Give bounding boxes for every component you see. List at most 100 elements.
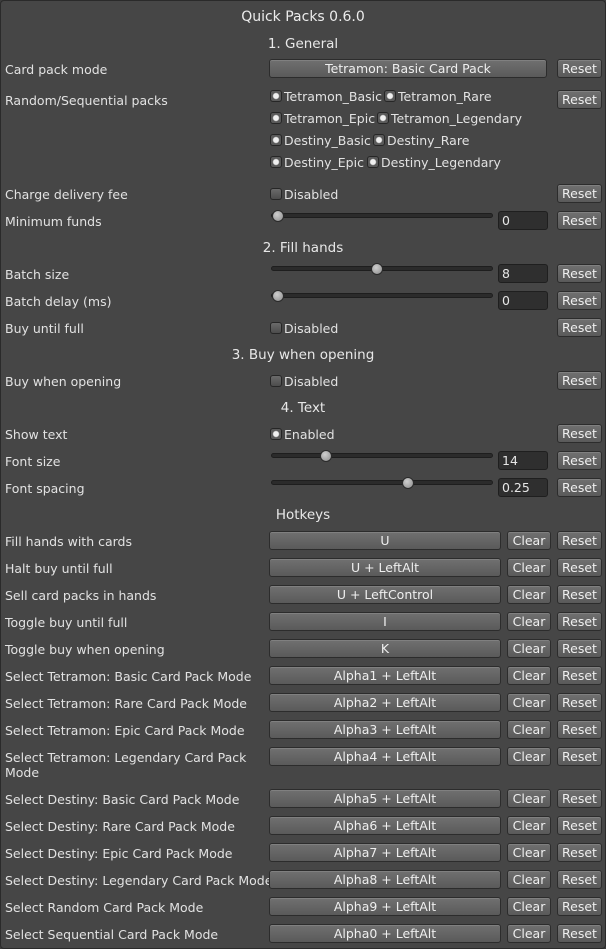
hotkey-reset-button[interactable]: Reset bbox=[557, 720, 602, 739]
hotkey-binding-button[interactable]: Alpha9 + LeftAlt bbox=[269, 897, 501, 916]
hotkey-binding-button[interactable]: Alpha8 + LeftAlt bbox=[269, 870, 501, 889]
minimum-funds-input[interactable]: 0 bbox=[498, 211, 548, 230]
hotkey-clear-button[interactable]: Clear bbox=[507, 816, 551, 835]
pack-toggle-tetramon-epic[interactable]: Tetramon_Epic bbox=[270, 111, 375, 126]
hotkey-clear-button[interactable]: Clear bbox=[507, 639, 551, 658]
section-text-header: 4. Text bbox=[280, 400, 326, 416]
hotkey-binding-button[interactable]: I bbox=[269, 612, 501, 631]
hotkey-binding-button[interactable]: Alpha5 + LeftAlt bbox=[269, 789, 501, 808]
pack-toggle-tetramon-rare[interactable]: Tetramon_Rare bbox=[384, 89, 492, 104]
hotkey-reset-button[interactable]: Reset bbox=[557, 870, 602, 889]
minimum-funds-reset-button[interactable]: Reset bbox=[557, 211, 602, 230]
pack-toggle-tetramon-basic[interactable]: Tetramon_Basic bbox=[270, 89, 382, 104]
hotkey-label: Sell card packs in hands bbox=[5, 588, 157, 603]
batch-delay-reset-button[interactable]: Reset bbox=[557, 291, 602, 310]
show-text-label: Show text bbox=[5, 427, 68, 442]
hotkey-reset-button[interactable]: Reset bbox=[557, 531, 602, 550]
hotkey-label: Select Destiny: Rare Card Pack Mode bbox=[5, 819, 235, 834]
hotkey-binding-button[interactable]: Alpha2 + LeftAlt bbox=[269, 693, 501, 712]
batch-size-reset-button[interactable]: Reset bbox=[557, 264, 602, 283]
buy-until-full-toggle[interactable]: Disabled bbox=[270, 321, 338, 336]
hotkey-clear-button[interactable]: Clear bbox=[507, 612, 551, 631]
batch-size-label: Batch size bbox=[5, 267, 70, 282]
slider-handle[interactable] bbox=[371, 263, 383, 275]
hotkey-clear-button[interactable]: Clear bbox=[507, 924, 551, 943]
card-pack-mode-reset-button[interactable]: Reset bbox=[557, 59, 602, 78]
hotkey-reset-button[interactable]: Reset bbox=[557, 612, 602, 631]
pack-toggle-destiny-basic[interactable]: Destiny_Basic bbox=[270, 133, 371, 148]
font-size-label: Font size bbox=[5, 454, 61, 469]
hotkey-binding-button[interactable]: U + LeftControl bbox=[269, 585, 501, 604]
batch-delay-input[interactable]: 0 bbox=[498, 291, 548, 310]
hotkey-clear-button[interactable]: Clear bbox=[507, 789, 551, 808]
show-text-reset-button[interactable]: Reset bbox=[557, 424, 602, 443]
hotkey-reset-button[interactable]: Reset bbox=[557, 816, 602, 835]
random-sequential-reset-button[interactable]: Reset bbox=[557, 90, 602, 109]
hotkey-binding-button[interactable]: Alpha0 + LeftAlt bbox=[269, 924, 501, 943]
charge-delivery-fee-reset-button[interactable]: Reset bbox=[557, 184, 602, 203]
hotkey-reset-button[interactable]: Reset bbox=[557, 558, 602, 577]
hotkey-clear-button[interactable]: Clear bbox=[507, 870, 551, 889]
hotkey-reset-button[interactable]: Reset bbox=[557, 585, 602, 604]
random-sequential-label: Random/Sequential packs bbox=[5, 93, 168, 108]
pack-toggle-destiny-legendary[interactable]: Destiny_Legendary bbox=[367, 155, 501, 170]
batch-size-input[interactable]: 8 bbox=[498, 264, 548, 283]
font-size-reset-button[interactable]: Reset bbox=[557, 451, 602, 470]
buy-when-opening-toggle[interactable]: Disabled bbox=[270, 374, 338, 389]
hotkey-reset-button[interactable]: Reset bbox=[557, 747, 602, 766]
hotkey-reset-button[interactable]: Reset bbox=[557, 924, 602, 943]
hotkey-binding-button[interactable]: U + LeftAlt bbox=[269, 558, 501, 577]
hotkey-clear-button[interactable]: Clear bbox=[507, 843, 551, 862]
hotkey-binding-button[interactable]: Alpha6 + LeftAlt bbox=[269, 816, 501, 835]
slider-handle[interactable] bbox=[272, 290, 284, 302]
font-spacing-reset-button[interactable]: Reset bbox=[557, 478, 602, 497]
hotkey-label: Select Sequential Card Pack Mode bbox=[5, 927, 219, 942]
hotkey-clear-button[interactable]: Clear bbox=[507, 558, 551, 577]
hotkey-clear-button[interactable]: Clear bbox=[507, 693, 551, 712]
checkbox-icon bbox=[270, 90, 282, 102]
batch-size-slider[interactable] bbox=[271, 263, 493, 275]
font-spacing-label: Font spacing bbox=[5, 481, 85, 496]
hotkey-clear-button[interactable]: Clear bbox=[507, 720, 551, 739]
card-pack-mode-button[interactable]: Tetramon: Basic Card Pack bbox=[269, 59, 547, 78]
hotkey-binding-button[interactable]: U bbox=[269, 531, 501, 550]
slider-handle[interactable] bbox=[272, 210, 284, 222]
font-size-slider[interactable] bbox=[271, 450, 493, 462]
hotkey-clear-button[interactable]: Clear bbox=[507, 585, 551, 604]
hotkey-clear-button[interactable]: Clear bbox=[507, 747, 551, 766]
hotkey-clear-button[interactable]: Clear bbox=[507, 666, 551, 685]
minimum-funds-slider[interactable] bbox=[271, 210, 493, 222]
hotkey-clear-button[interactable]: Clear bbox=[507, 531, 551, 550]
hotkey-reset-button[interactable]: Reset bbox=[557, 639, 602, 658]
toggle-state-label: Disabled bbox=[284, 321, 339, 336]
hotkey-binding-button[interactable]: Alpha3 + LeftAlt bbox=[269, 720, 501, 739]
charge-delivery-fee-toggle[interactable]: Disabled bbox=[270, 187, 338, 202]
hotkey-binding-button[interactable]: Alpha7 + LeftAlt bbox=[269, 843, 501, 862]
buy-until-full-reset-button[interactable]: Reset bbox=[557, 318, 602, 337]
pack-toggle-destiny-rare[interactable]: Destiny_Rare bbox=[373, 133, 469, 148]
hotkey-clear-button[interactable]: Clear bbox=[507, 897, 551, 916]
font-spacing-input[interactable]: 0.25 bbox=[498, 478, 548, 497]
quick-packs-window: Quick Packs 0.6.0 1. General Card pack m… bbox=[0, 0, 606, 949]
pack-toggle-destiny-epic[interactable]: Destiny_Epic bbox=[270, 155, 364, 170]
section-general-header: 1. General bbox=[267, 36, 339, 52]
hotkey-label: Fill hands with cards bbox=[5, 534, 132, 549]
font-size-input[interactable]: 14 bbox=[498, 451, 548, 470]
pack-toggle-tetramon-legendary[interactable]: Tetramon_Legendary bbox=[377, 111, 522, 126]
hotkey-reset-button[interactable]: Reset bbox=[557, 789, 602, 808]
hotkey-reset-button[interactable]: Reset bbox=[557, 666, 602, 685]
buy-when-opening-reset-button[interactable]: Reset bbox=[557, 371, 602, 390]
batch-delay-slider[interactable] bbox=[271, 290, 493, 302]
hotkey-label: Select Random Card Pack Mode bbox=[5, 900, 204, 915]
font-spacing-slider[interactable] bbox=[271, 477, 493, 489]
hotkey-binding-button[interactable]: Alpha4 + LeftAlt bbox=[269, 747, 501, 766]
hotkey-reset-button[interactable]: Reset bbox=[557, 897, 602, 916]
checkbox-icon bbox=[377, 112, 389, 124]
hotkey-reset-button[interactable]: Reset bbox=[557, 693, 602, 712]
show-text-toggle[interactable]: Enabled bbox=[270, 427, 335, 442]
hotkey-binding-button[interactable]: Alpha1 + LeftAlt bbox=[269, 666, 501, 685]
slider-handle[interactable] bbox=[402, 477, 414, 489]
slider-handle[interactable] bbox=[320, 450, 332, 462]
hotkey-reset-button[interactable]: Reset bbox=[557, 843, 602, 862]
hotkey-binding-button[interactable]: K bbox=[269, 639, 501, 658]
